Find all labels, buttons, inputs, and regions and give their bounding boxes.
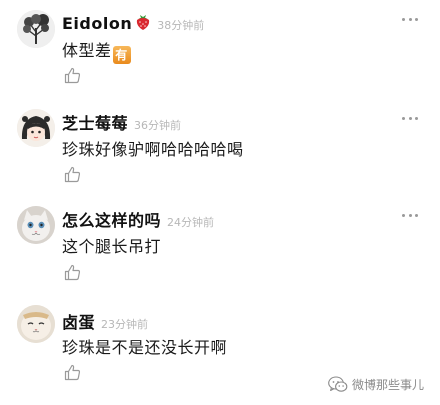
comment-time: 36分钟前 [134,119,182,132]
strawberry-icon [135,13,151,35]
comment-time: 24分钟前 [167,216,215,229]
like-icon[interactable] [64,67,81,84]
like-icon[interactable] [64,364,81,381]
username[interactable]: 怎么这样的吗 [62,207,161,231]
comment-header: 怎么这样的吗 24分钟前 [62,207,214,231]
user-avatar[interactable] [17,10,55,48]
user-avatar[interactable] [17,109,55,147]
comment-text: 珍珠好像驴啊哈哈哈哈喝 [62,140,244,159]
you-emoji-icon: 有 [112,46,131,64]
comment-time: 23分钟前 [101,318,149,331]
wechat-icon [328,376,348,392]
more-icon[interactable] [402,17,418,21]
anime-girl-avatar-icon [17,109,55,147]
user-avatar[interactable] [17,305,55,343]
like-icon[interactable] [64,264,81,281]
comment-time: 38分钟前 [157,19,205,32]
username[interactable]: 卤蛋 [62,309,95,333]
tree-avatar-icon [17,10,55,48]
comment-header: 卤蛋 23分钟前 [62,309,148,333]
username[interactable]: Eidolon [62,14,132,33]
cat-face-avatar-icon [17,305,55,343]
comment-text: 珍珠是不是还没长开啊 [62,338,228,357]
username[interactable]: 芝士莓莓 [62,110,128,134]
watermark-text: 微博那些事儿 [351,378,424,392]
watermark: 微博那些事儿 [328,376,424,393]
comment-text-content: 体型差 [62,41,112,60]
more-icon[interactable] [402,116,418,120]
like-icon[interactable] [64,166,81,183]
comment-header: 芝士莓莓 36分钟前 [62,110,181,134]
comment-text: 体型差有 [62,37,131,64]
comment-header: Eidolon 38分钟前 [62,11,204,33]
user-avatar[interactable] [17,206,55,244]
comment-text: 这个腿长吊打 [62,237,162,256]
cat-avatar-icon [17,206,55,244]
more-icon[interactable] [402,213,418,217]
